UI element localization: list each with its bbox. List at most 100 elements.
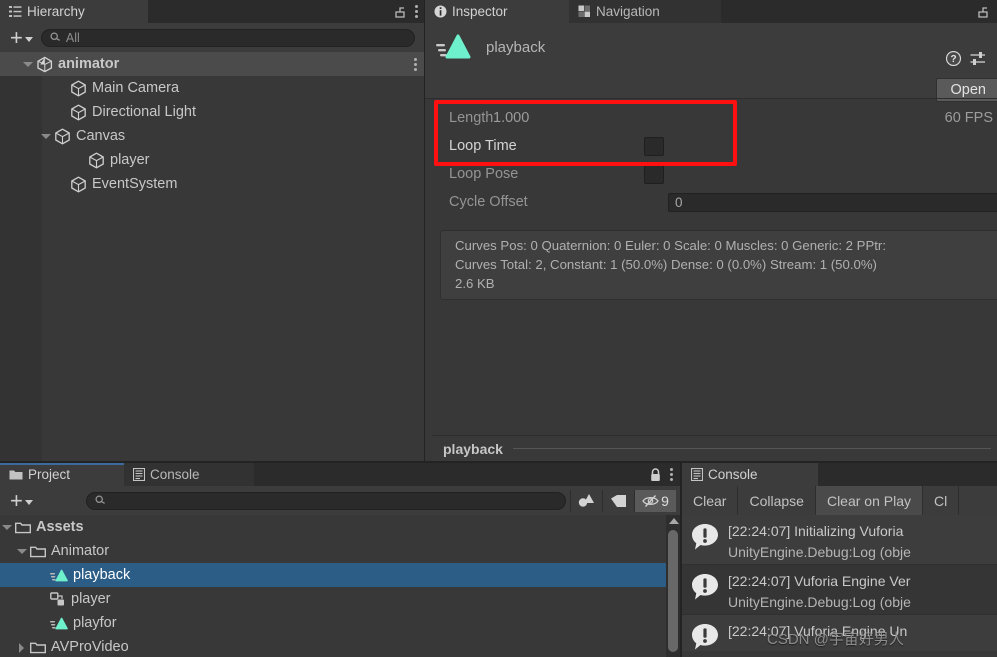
maximize-icon[interactable] — [976, 5, 990, 19]
console-log-stacktrace: UnityEngine.Debug:Log (obje — [728, 544, 911, 560]
filter-by-type-icon[interactable] — [570, 489, 602, 512]
inspector-panel: Inspector Navigation playback ? Open Len… — [425, 0, 997, 461]
project-search-input[interactable] — [85, 491, 566, 510]
length-row: Length 1.000 60 FPS — [425, 104, 997, 132]
hidden-packages-icon — [642, 494, 660, 508]
project-menu-icon[interactable] — [670, 468, 673, 481]
cycle-offset-row[interactable]: Cycle Offset 0 — [425, 188, 997, 216]
loop-time-checkbox[interactable] — [644, 136, 664, 156]
tree-row[interactable]: AVProVideo — [0, 635, 680, 657]
scroll-up-arrow-icon[interactable] — [669, 518, 679, 524]
console-button-collapse[interactable]: Collapse — [738, 486, 816, 515]
info-icon — [434, 5, 447, 18]
tree-row[interactable]: Main Camera — [0, 76, 425, 100]
gameobject-icon — [70, 176, 87, 193]
tree-row[interactable]: Directional Light — [0, 100, 425, 124]
project-rows: Assets Animator playback player playfor AVPro… — [0, 515, 680, 657]
gameobject-icon — [70, 104, 87, 121]
console-log-entry[interactable]: [22:24:07] Vuforia Engine Ver UnityEngine… — [682, 565, 997, 615]
inspector-tabbar: Inspector Navigation — [425, 0, 997, 23]
hierarchy-tabbar: Hierarchy — [0, 0, 425, 23]
hidden-packages-button[interactable]: 9 — [634, 489, 676, 512]
console-log-message: [22:24:07] Initializing Vuforia — [728, 523, 904, 539]
tree-row[interactable]: player — [0, 148, 425, 172]
console-log-list: [22:24:07] Initializing Vuforia UnityEngi… — [682, 515, 997, 651]
warning-icon — [690, 622, 720, 651]
project-scrollbar-thumb[interactable] — [668, 530, 678, 652]
help-icon[interactable]: ? — [946, 51, 961, 66]
tree-row[interactable]: animator — [0, 52, 425, 76]
tree-row[interactable]: Animator — [0, 539, 680, 563]
tab-hierarchy[interactable]: Hierarchy — [0, 0, 148, 23]
loop-pose-checkbox[interactable] — [644, 164, 664, 184]
preset-icon[interactable] — [970, 51, 986, 66]
console-tabbar: Console — [682, 463, 997, 486]
row-label: playfor — [73, 615, 117, 631]
project-panel: Project Console + 9 Assets Animator play… — [0, 463, 680, 657]
row-label: AVProVideo — [51, 639, 129, 655]
tree-row[interactable]: Canvas — [0, 124, 425, 148]
row-label: Assets — [36, 519, 84, 535]
hierarchy-menu-icon[interactable] — [415, 5, 418, 18]
console-log-entry[interactable]: [22:24:07] Initializing Vuforia UnityEngi… — [682, 515, 997, 565]
console-log-message: [22:24:07] Vuforia Engine Ver — [728, 573, 911, 589]
animator-controller-icon — [50, 591, 66, 607]
loop-time-row[interactable]: Loop Time — [425, 132, 997, 160]
row-spacer — [73, 154, 86, 167]
cycle-offset-input[interactable]: 0 — [668, 192, 997, 212]
expand-toggle-icon[interactable] — [21, 58, 34, 71]
curves-line-1: Curves Pos: 0 Quaternion: 0 Euler: 0 Sca… — [455, 238, 886, 253]
row-label: player — [110, 152, 150, 168]
tree-row[interactable]: player — [0, 587, 680, 611]
hierarchy-search-text: All — [65, 30, 80, 45]
expand-toggle-icon[interactable] — [15, 545, 28, 558]
filter-by-label-icon[interactable] — [602, 489, 634, 512]
console-button-cl[interactable]: Cl — [923, 486, 960, 515]
tree-row[interactable]: Assets — [0, 515, 680, 539]
tree-row[interactable]: EventSystem — [0, 172, 425, 196]
warning-icon — [690, 572, 720, 602]
inspector-tab-actions — [976, 0, 997, 23]
search-icon — [50, 32, 61, 43]
hierarchy-tree: animator Main Camera Directional Light Canv… — [0, 52, 425, 461]
length-value: 1.000 — [493, 110, 530, 126]
preview-divider-line — [512, 448, 991, 449]
warning-icon — [690, 522, 720, 552]
loop-pose-label: Loop Pose — [449, 166, 519, 182]
project-scrollbar-track[interactable] — [666, 515, 680, 657]
row-label: Directional Light — [92, 104, 196, 120]
curves-info-box: Curves Pos: 0 Quaternion: 0 Euler: 0 Sca… — [440, 230, 997, 300]
tab-navigation[interactable]: Navigation — [569, 0, 721, 23]
tree-row[interactable]: playfor — [0, 611, 680, 635]
expand-toggle-icon[interactable] — [0, 521, 13, 534]
tab-inspector[interactable]: Inspector — [425, 0, 569, 23]
hierarchy-search-input[interactable]: All — [40, 28, 415, 47]
project-toolbar: + 9 — [0, 486, 680, 515]
expand-toggle-icon[interactable] — [15, 641, 28, 654]
maximize-icon[interactable] — [393, 5, 407, 19]
console-toolbar: Clear Collapse Clear on Play Cl — [682, 486, 997, 515]
curves-line-2: Curves Total: 2, Constant: 1 (50.0%) Den… — [455, 257, 877, 272]
project-tabbar: Project Console — [0, 463, 680, 486]
console-button-clear-on-play[interactable]: Clear on Play — [815, 486, 923, 515]
row-spacer — [55, 106, 68, 119]
tab-console-left[interactable]: Console — [124, 463, 254, 486]
curves-line-3: 2.6 KB — [455, 276, 495, 291]
console-button-clear[interactable]: Clear — [682, 486, 739, 515]
create-object-button[interactable]: + — [4, 27, 37, 49]
console-log-text: [22:24:07] Initializing Vuforia UnityEngi… — [728, 521, 911, 563]
tab-project[interactable]: Project — [0, 463, 124, 486]
create-asset-button[interactable]: + — [4, 490, 37, 512]
loop-time-label: Loop Time — [449, 138, 517, 154]
row-menu-icon[interactable] — [414, 57, 417, 71]
lock-icon[interactable] — [649, 467, 662, 482]
loop-pose-row[interactable]: Loop Pose — [425, 160, 997, 188]
chevron-down-icon — [24, 500, 33, 505]
row-spacer — [55, 178, 68, 191]
preview-asset-label: playback — [443, 440, 503, 457]
search-icon — [95, 495, 106, 506]
tab-console[interactable]: Console — [682, 463, 818, 486]
tree-row[interactable]: playback — [0, 563, 680, 587]
gameobject-icon — [54, 128, 71, 145]
expand-toggle-icon[interactable] — [39, 130, 52, 143]
